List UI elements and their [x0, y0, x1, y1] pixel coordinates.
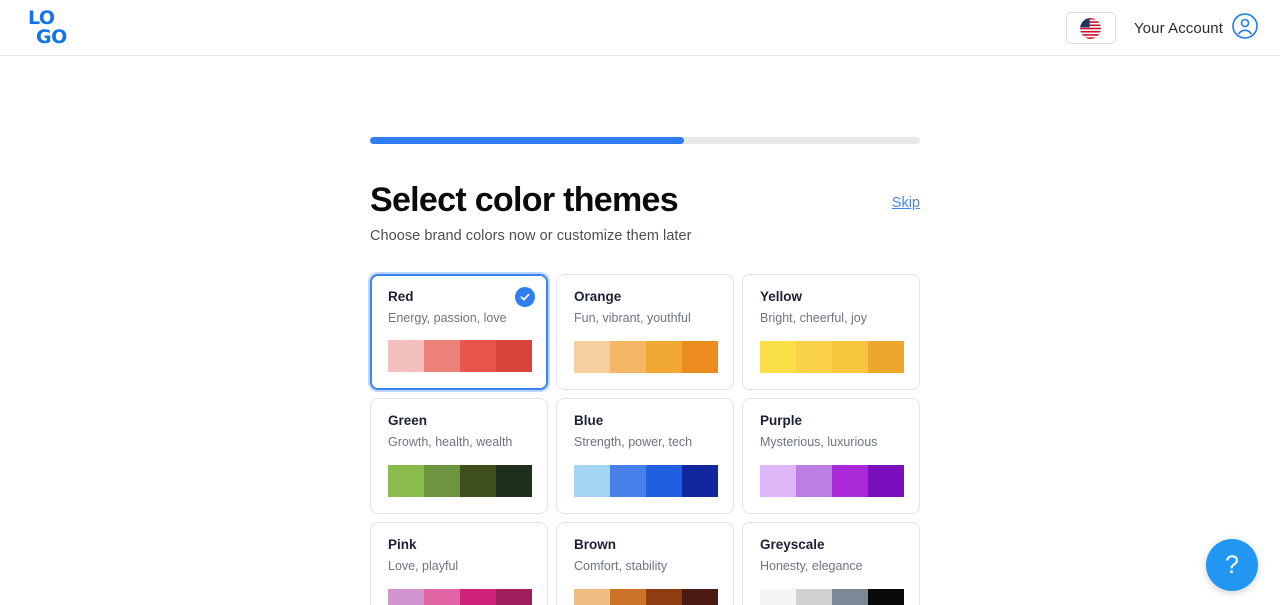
theme-description: Strength, power, tech: [574, 435, 693, 449]
theme-card-yellow[interactable]: Yellow Bright, cheerful, joy: [742, 274, 920, 390]
theme-name: Greyscale: [760, 537, 825, 552]
main-content: Select color themes Skip Choose brand co…: [0, 56, 1280, 605]
us-flag-icon: [1080, 17, 1102, 39]
swatch-2: [610, 465, 646, 497]
help-button[interactable]: ?: [1206, 539, 1258, 591]
swatch-3: [460, 589, 496, 605]
theme-name: Orange: [574, 289, 622, 304]
swatch-4: [868, 341, 904, 373]
swatch-4: [496, 465, 532, 497]
swatch-1: [760, 341, 796, 373]
theme-swatch-strip: [388, 465, 532, 497]
theme-description: Growth, health, wealth: [388, 435, 513, 449]
brand-logo[interactable]: LO GO: [28, 8, 70, 48]
swatch-2: [610, 589, 646, 605]
theme-description: Honesty, elegance: [760, 559, 863, 573]
theme-description: Love, playful: [388, 559, 459, 573]
theme-swatch-strip: [388, 340, 532, 372]
theme-card-orange[interactable]: Orange Fun, vibrant, youthful: [556, 274, 734, 390]
swatch-2: [424, 465, 460, 497]
theme-description: Fun, vibrant, youthful: [574, 311, 691, 325]
swatch-1: [760, 465, 796, 497]
swatch-2: [796, 589, 832, 605]
user-avatar-icon[interactable]: [1232, 12, 1258, 44]
theme-name: Purple: [760, 413, 803, 428]
header-right-group: Your Account: [1065, 0, 1258, 56]
theme-swatch-strip: [574, 589, 718, 605]
theme-name: Yellow: [760, 289, 803, 304]
swatch-1: [574, 589, 610, 605]
swatch-3: [460, 340, 496, 372]
theme-description: Mysterious, luxurious: [760, 435, 878, 449]
swatch-3: [832, 589, 868, 605]
skip-link[interactable]: Skip: [892, 195, 920, 211]
logo-line-bottom: GO: [36, 26, 67, 48]
theme-swatch-strip: [388, 589, 532, 605]
swatch-2: [796, 341, 832, 373]
account-menu-button[interactable]: Your Account: [1133, 12, 1258, 44]
theme-card-red[interactable]: Red Energy, passion, love: [370, 274, 548, 390]
swatch-3: [646, 465, 682, 497]
theme-card-brown[interactable]: Brown Comfort, stability: [556, 522, 734, 605]
swatch-1: [760, 589, 796, 605]
swatch-4: [682, 341, 718, 373]
swatch-2: [424, 589, 460, 605]
swatch-3: [832, 465, 868, 497]
swatch-1: [388, 340, 424, 372]
swatch-1: [388, 589, 424, 605]
theme-name: Blue: [574, 413, 604, 428]
app-header: LO GO Your Account: [0, 0, 1280, 56]
progress-fill: [370, 137, 684, 144]
swatch-4: [868, 589, 904, 605]
swatch-4: [496, 340, 532, 372]
theme-swatch-strip: [760, 465, 904, 497]
theme-name: Green: [388, 413, 428, 428]
theme-card-pink[interactable]: Pink Love, playful: [370, 522, 548, 605]
swatch-4: [496, 589, 532, 605]
swatch-4: [682, 589, 718, 605]
theme-card-blue[interactable]: Blue Strength, power, tech: [556, 398, 734, 514]
page-title: Select color themes: [370, 181, 679, 219]
theme-swatch-strip: [760, 589, 904, 605]
swatch-3: [646, 341, 682, 373]
swatch-1: [574, 341, 610, 373]
theme-name: Red: [388, 289, 414, 304]
theme-card-green[interactable]: Green Growth, health, wealth: [370, 398, 548, 514]
swatch-3: [832, 341, 868, 373]
theme-card-purple[interactable]: Purple Mysterious, luxurious: [742, 398, 920, 514]
swatch-4: [868, 465, 904, 497]
theme-name: Pink: [388, 537, 417, 552]
swatch-3: [460, 465, 496, 497]
selected-check-icon: [515, 287, 535, 307]
page-subtitle: Choose brand colors now or customize the…: [370, 228, 692, 244]
swatch-2: [796, 465, 832, 497]
theme-swatch-strip: [574, 465, 718, 497]
language-selector-button[interactable]: [1065, 12, 1116, 44]
theme-description: Energy, passion, love: [388, 311, 507, 325]
theme-swatch-strip: [760, 341, 904, 373]
swatch-1: [388, 465, 424, 497]
color-theme-grid: Red Energy, passion, love Orange Fun, vibra…: [370, 274, 920, 605]
swatch-2: [610, 341, 646, 373]
onboarding-progress-bar: [370, 137, 920, 144]
theme-description: Bright, cheerful, joy: [760, 311, 867, 325]
theme-card-greyscale[interactable]: Greyscale Honesty, elegance: [742, 522, 920, 605]
swatch-3: [646, 589, 682, 605]
account-label: Your Account: [1133, 19, 1223, 37]
swatch-2: [424, 340, 460, 372]
swatch-4: [682, 465, 718, 497]
theme-description: Comfort, stability: [574, 559, 668, 573]
theme-swatch-strip: [574, 341, 718, 373]
swatch-1: [574, 465, 610, 497]
theme-name: Brown: [574, 537, 616, 552]
title-row: Select color themes Skip: [370, 178, 920, 222]
